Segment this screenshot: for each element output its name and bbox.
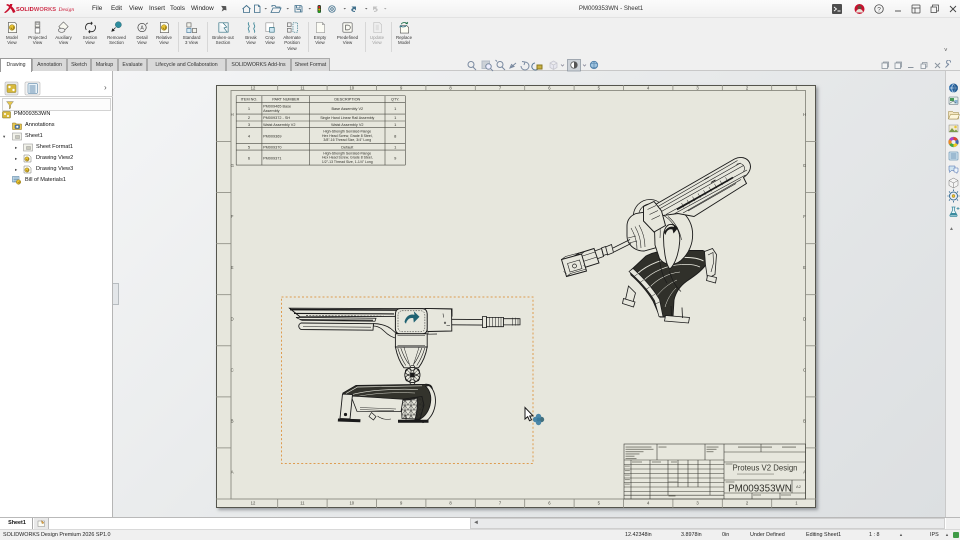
svg-text:PM009353WN: PM009353WN — [728, 484, 792, 495]
svg-text:Default: Default — [341, 146, 354, 150]
svg-text:12: 12 — [251, 501, 256, 506]
svg-text:PM009370: PM009370 — [263, 146, 281, 150]
svg-text:G: G — [231, 163, 234, 168]
svg-text:A: A — [231, 470, 234, 475]
svg-text:10: 10 — [349, 86, 354, 91]
svg-text:H: H — [803, 112, 806, 117]
svg-text:C: C — [803, 367, 806, 372]
svg-text:11: 11 — [300, 86, 305, 91]
svg-text:D: D — [231, 316, 234, 321]
svg-text:Single Hand Linear Rail Assemb: Single Hand Linear Rail Assembly — [320, 116, 374, 120]
svg-text:H: H — [231, 112, 234, 117]
svg-text:E: E — [803, 265, 806, 270]
svg-text:PM009372 - SH: PM009372 - SH — [263, 116, 290, 120]
svg-text:QTY.: QTY. — [391, 97, 399, 101]
svg-text:Assembly: Assembly — [263, 109, 280, 113]
svg-text:ITEM NO.: ITEM NO. — [241, 97, 258, 101]
svg-text:PM009465 Base: PM009465 Base — [263, 105, 291, 109]
svg-text:D: D — [803, 316, 806, 321]
svg-text:C: C — [231, 367, 234, 372]
svg-text:F: F — [803, 214, 806, 219]
svg-text:12: 12 — [251, 86, 256, 91]
svg-text:SOLIDWORKS: SOLIDWORKS — [16, 7, 56, 13]
svg-text:Design: Design — [58, 7, 75, 13]
svg-text:PM009369: PM009369 — [263, 134, 281, 138]
svg-text:10: 10 — [349, 501, 354, 506]
svg-text:PM009371: PM009371 — [263, 156, 281, 160]
svg-text:PART NUMBER: PART NUMBER — [272, 97, 299, 101]
svg-text:3/8"-16 Thread Size, 3/4" Long: 3/8"-16 Thread Size, 3/4" Long — [323, 138, 371, 142]
svg-text:B: B — [803, 418, 806, 423]
svg-text:E: E — [231, 265, 234, 270]
svg-text:F: F — [231, 214, 234, 219]
svg-text:G: G — [803, 163, 806, 168]
svg-text:B: B — [231, 418, 234, 423]
svg-text:DESCRIPTION: DESCRIPTION — [334, 97, 360, 101]
svg-text:Base Assembly V2: Base Assembly V2 — [331, 107, 363, 111]
svg-text:?: ? — [877, 6, 881, 13]
svg-text:Proteus V2 Design: Proteus V2 Design — [732, 464, 797, 473]
svg-text:1/2"-13 Thread Size, 1-1/4" Lo: 1/2"-13 Thread Size, 1-1/4" Long — [322, 160, 373, 164]
svg-text:Waist Assembly V2: Waist Assembly V2 — [263, 123, 295, 127]
svg-text:A: A — [140, 25, 144, 31]
svg-text:A2: A2 — [796, 484, 802, 489]
svg-text:11: 11 — [300, 501, 305, 506]
svg-text:Waist Assembly V2: Waist Assembly V2 — [331, 123, 363, 127]
